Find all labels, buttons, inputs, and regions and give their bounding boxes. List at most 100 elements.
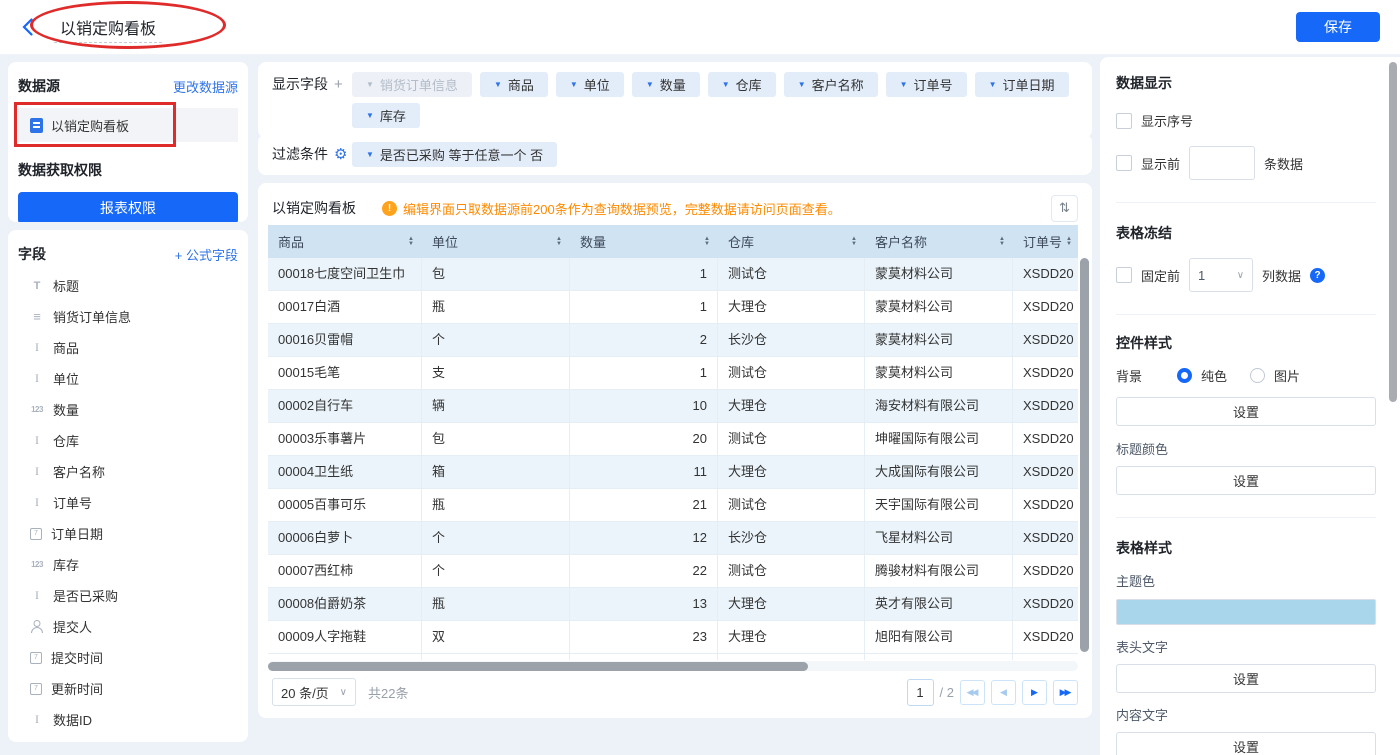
page-number-input[interactable] [907,679,934,706]
panel-scrollbar[interactable] [1389,62,1397,750]
cell-unit: 个 [422,522,570,554]
display-field-chip[interactable]: ▼ 订单号 [886,72,967,97]
cell-product: 00017白酒 [268,291,422,323]
panel-scrollbar-thumb[interactable] [1389,62,1397,402]
field-item[interactable]: 提交人 [18,611,238,642]
field-item[interactable]: 标题 [18,270,238,301]
prev-page-button[interactable]: ◀ [991,680,1016,705]
solid-color-radio[interactable] [1177,368,1192,383]
field-item[interactable]: 仓库 [18,425,238,456]
date-icon [30,528,42,540]
table-row[interactable]: 00016贝雷帽 个 2 长沙仓 蒙莫材料公司 XSDD20 [268,324,1078,357]
background-set-button[interactable]: 设置 [1116,397,1376,426]
show-index-checkbox[interactable] [1116,113,1132,129]
field-item[interactable]: 单位 [18,363,238,394]
column-header[interactable]: 数量 [570,225,718,258]
freeze-count-select[interactable]: 1 ∨ [1189,258,1253,292]
display-field-chip[interactable]: ▼ 数量 [632,72,700,97]
table-row[interactable]: 00005百事可乐 瓶 21 测试仓 天宇国际有限公司 XSDD20 [268,489,1078,522]
field-item[interactable]: 数据ID [18,704,238,735]
next-page-button[interactable]: ▶ [1022,680,1047,705]
display-field-chip[interactable]: ▼ 销货订单信息 [352,72,472,97]
display-field-chip[interactable]: ▼ 库存 [352,103,420,128]
show-first-count-input[interactable] [1189,146,1255,180]
back-button[interactable] [16,16,38,38]
field-item-label: 是否已采购 [53,586,118,605]
field-item[interactable]: 数量 [18,394,238,425]
filter-condition-chip[interactable]: ▼ 是否已采购 等于任意一个 否 [352,142,557,167]
save-button[interactable]: 保存 [1296,12,1380,42]
show-first-checkbox[interactable] [1116,155,1132,171]
page-size-select[interactable]: 20 条/页 ∨ [272,678,356,706]
horizontal-scrollbar-thumb[interactable] [268,662,808,671]
add-display-field-button[interactable]: + [334,72,343,97]
column-header[interactable]: 客户名称 [865,225,1013,258]
add-formula-field-link[interactable]: + 公式字段 [175,245,238,264]
report-permission-button[interactable]: 报表权限 [18,192,238,222]
field-item[interactable]: 订单日期 [18,518,238,549]
warning-icon: ! [382,201,397,216]
table-row[interactable]: 00008伯爵奶茶 瓶 13 大理仓 英才有限公司 XSDD20 [268,588,1078,621]
datasource-title: 数据源 [18,76,60,96]
table-row[interactable]: 00009人字拖鞋 双 23 大理仓 旭阳有限公司 XSDD20 [268,621,1078,654]
cell-quantity: 20 [570,423,718,455]
display-field-chip[interactable]: ▼ 商品 [480,72,548,97]
number-icon [30,403,44,417]
table-row[interactable]: 00004卫生纸 箱 11 大理仓 大成国际有限公司 XSDD20 [268,456,1078,489]
cell-customer: 坤曜国际有限公司 [865,423,1013,455]
table-row[interactable]: 00007西红柿 个 22 测试仓 腾骏材料有限公司 XSDD20 [268,555,1078,588]
field-item[interactable]: 库存 [18,549,238,580]
title-color-set-button[interactable]: 设置 [1116,466,1376,495]
field-item[interactable]: 更新时间 [18,673,238,704]
column-header[interactable]: 商品 [268,225,422,258]
cell-order-no: XSDD20 [1013,489,1078,521]
table-row[interactable]: 00015毛笔 支 1 测试仓 蒙莫材料公司 XSDD20 [268,357,1078,390]
header-text-set-button[interactable]: 设置 [1116,664,1376,693]
column-header[interactable]: 单位 [422,225,570,258]
cell-unit: 瓶 [422,291,570,323]
field-item[interactable]: 销货订单信息 [18,301,238,332]
cell-quantity: 1 [570,357,718,389]
first-page-button[interactable]: ◀◀ [960,680,985,705]
table-style-title: 表格样式 [1116,538,1376,558]
theme-color-swatch[interactable] [1116,599,1376,625]
display-field-chip[interactable]: ▼ 订单日期 [975,72,1069,97]
sort-order-button[interactable]: ⇅ [1051,195,1078,222]
field-item[interactable]: 客户名称 [18,456,238,487]
last-page-button[interactable]: ▶▶ [1053,680,1078,705]
display-field-chip[interactable]: ▼ 客户名称 [784,72,878,97]
display-field-chip[interactable]: ▼ 单位 [556,72,624,97]
filter-settings-gear-icon[interactable]: ⚙ [334,147,347,162]
column-header[interactable]: 订单号 [1013,225,1078,258]
table-row[interactable]: 00017白酒 瓶 1 大理仓 蒙莫材料公司 XSDD20 [268,291,1078,324]
column-header[interactable]: 仓库 [718,225,865,258]
filter-chips: ▼ 是否已采购 等于任意一个 否 [352,142,1078,167]
page-title[interactable]: 以销定购看板 [54,21,162,43]
horizontal-scrollbar[interactable] [268,661,1078,671]
table-row[interactable]: 00002自行车 辆 10 大理仓 海安材料有限公司 XSDD20 [268,390,1078,423]
display-field-chip[interactable]: ▼ 仓库 [708,72,776,97]
field-item[interactable]: 商品 [18,332,238,363]
divider [1116,314,1376,315]
table-row[interactable]: 00006白萝卜 个 12 长沙仓 飞星材料公司 XSDD20 [268,522,1078,555]
cell-order-no: XSDD20 [1013,588,1078,620]
field-item-label: 销货订单信息 [53,307,131,326]
field-item[interactable]: 是否已采购 [18,580,238,611]
field-item[interactable]: 提交时间 [18,642,238,673]
vertical-scrollbar[interactable] [1080,258,1089,660]
chevron-down-icon: ▼ [798,80,806,89]
text-icon [30,341,44,355]
freeze-suffix: 列数据 [1262,266,1301,285]
content-text-set-button[interactable]: 设置 [1116,732,1376,755]
table-row[interactable]: 00003乐事薯片 包 20 测试仓 坤曜国际有限公司 XSDD20 [268,423,1078,456]
image-radio[interactable] [1250,368,1265,383]
vertical-scrollbar-thumb[interactable] [1080,258,1089,652]
field-item-label: 客户名称 [53,462,105,481]
change-datasource-link[interactable]: 更改数据源 [173,77,238,96]
help-icon[interactable]: ? [1310,268,1325,283]
chip-label: 单位 [584,75,610,94]
datasource-item[interactable]: 以销定购看板 [18,108,238,142]
field-item[interactable]: 订单号 [18,487,238,518]
table-row[interactable]: 00018七度空间卫生巾 包 1 测试仓 蒙莫材料公司 XSDD20 [268,258,1078,291]
freeze-checkbox[interactable] [1116,267,1132,283]
